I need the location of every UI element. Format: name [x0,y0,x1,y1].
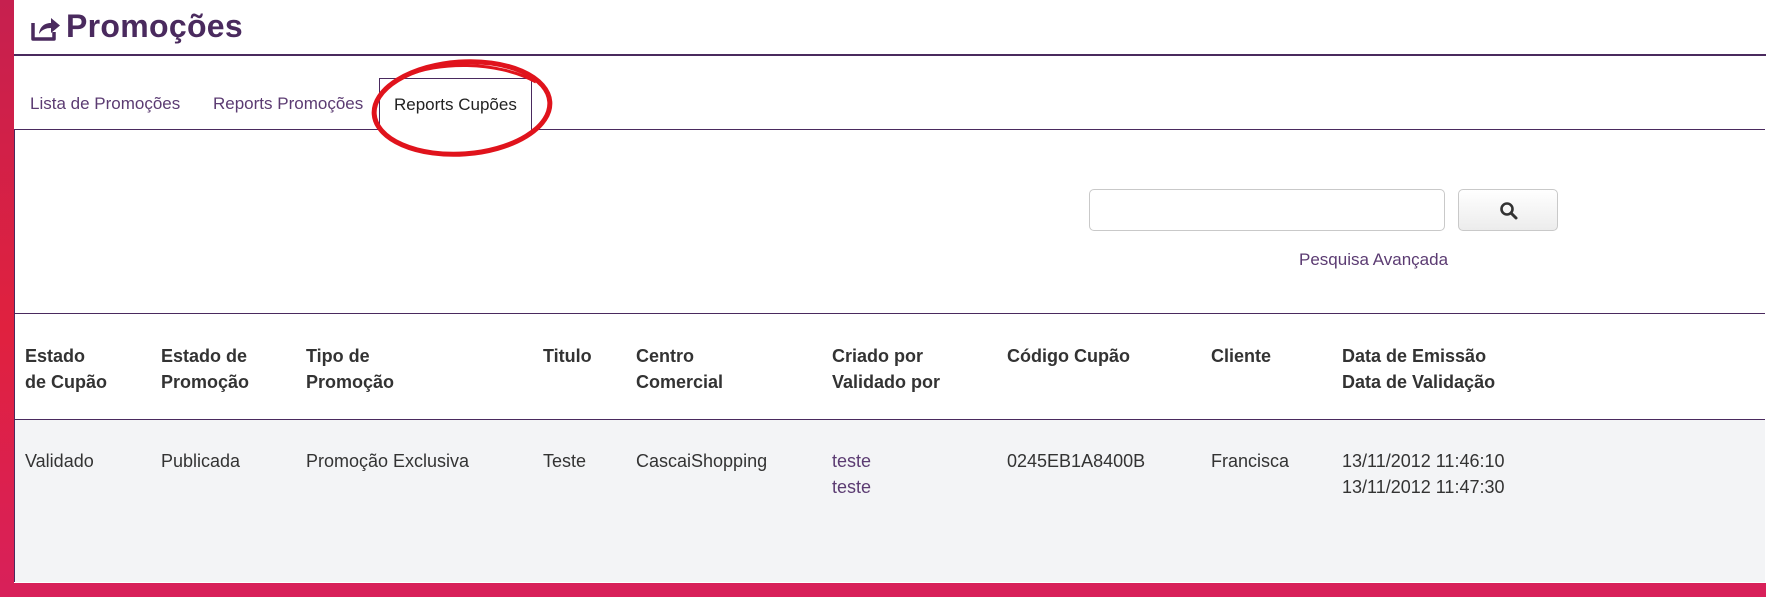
cell-datas: 13/11/2012 11:46:10 13/11/2012 11:47:30 [1342,451,1505,497]
cell-codigo-cupao: 0245EB1A8400B [1007,451,1146,471]
header-datas[interactable]: Data de Emissão Data de Validação [1342,343,1495,395]
header-estado-promocao[interactable]: Estado de Promoção [161,343,249,395]
tab-lista-promocoes[interactable]: Lista de Promoções [16,78,194,130]
header-cliente[interactable]: Cliente [1211,343,1271,369]
cell-centro-comercial: CascaiShopping [636,451,768,471]
cell-cliente: Francisca [1211,451,1290,471]
tab-reports-promocoes[interactable]: Reports Promoções [199,78,377,130]
page-header: Promoções [14,0,1766,56]
cell-estado-cupao: Validado [25,451,94,471]
search-button[interactable] [1458,189,1558,231]
advanced-search-link[interactable]: Pesquisa Avançada [1299,250,1448,270]
header-criado-validado[interactable]: Criado por Validado por [832,343,940,395]
table-header: Estado de Cupão Estado de Promoção Tipo … [15,313,1765,420]
cell-estado-promocao: Publicada [161,451,241,471]
share-icon [31,18,60,41]
cell-tipo-promocao: Promoção Exclusiva [306,451,470,471]
table-row[interactable]: Validado Publicada Promoção Exclusiva Te… [15,420,1765,582]
cell-titulo: Teste [543,451,587,471]
criado-por-link[interactable]: teste [832,448,871,474]
header-tipo-promocao[interactable]: Tipo de Promoção [306,343,394,395]
tab-reports-cupoes[interactable]: Reports Cupões [379,78,532,131]
header-titulo[interactable]: Titulo [543,343,592,369]
tab-bar: Lista de Promoções Reports Promoções Rep… [14,78,1766,131]
search-input[interactable] [1089,189,1445,231]
validado-por-link[interactable]: teste [832,474,871,500]
report-panel: Pesquisa Avançada Estado de Cupão Estado… [14,129,1765,582]
search-icon [1500,202,1518,220]
cell-criado-validado[interactable]: teste teste [832,448,871,500]
header-centro-comercial[interactable]: Centro Comercial [636,343,723,395]
page-title: Promoções [66,8,243,44]
header-estado-cupao[interactable]: Estado de Cupão [25,343,107,395]
page-sheet: Promoções Lista de Promoções Reports Pro… [14,0,1766,583]
header-codigo-cupao[interactable]: Código Cupão [1007,343,1130,369]
